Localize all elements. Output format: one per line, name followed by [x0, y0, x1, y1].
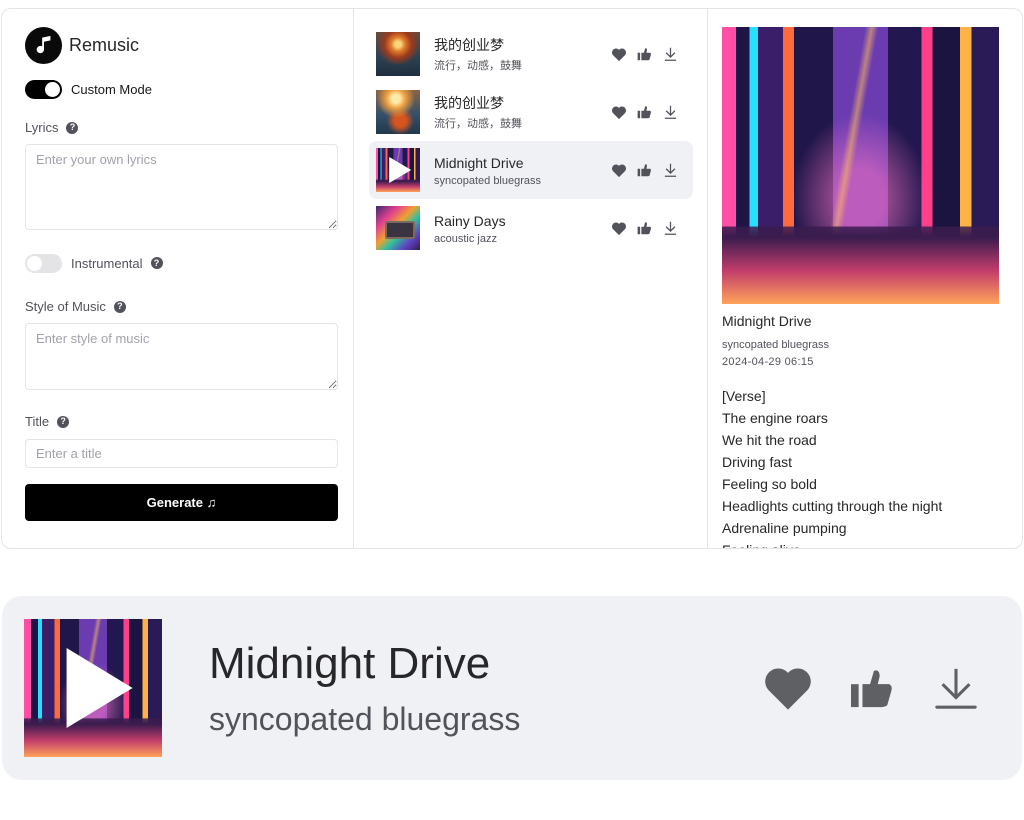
player-style: syncopated bluegrass	[209, 700, 521, 737]
toggle-knob	[45, 81, 60, 97]
song-detail-panel: Midnight Drive syncopated bluegrass 2024…	[708, 9, 1022, 548]
song-meta: Rainy Days acoustic jazz	[434, 212, 610, 245]
help-icon[interactable]: ?	[57, 415, 70, 428]
toggle-knob	[27, 255, 42, 271]
song-meta: 我的创业梦 流行，动感，鼓舞	[434, 36, 610, 73]
thumbs-up-icon[interactable]	[636, 220, 653, 237]
instrumental-row: Instrumental ?	[25, 253, 339, 273]
style-label: Style of Music	[25, 299, 106, 314]
lyrics-line: Feeling alive	[722, 539, 1000, 548]
lyrics-line: We hit the road	[722, 432, 817, 448]
heart-icon[interactable]	[762, 662, 814, 714]
lyrics-line: The engine roars	[722, 410, 828, 426]
help-icon[interactable]: ?	[150, 257, 163, 269]
song-meta: 我的创业梦 流行，动感，鼓舞	[434, 94, 610, 131]
detail-style: syncopated bluegrass	[722, 339, 830, 351]
song-row[interactable]: 我的创业梦 流行，动感，鼓舞	[369, 25, 693, 83]
player-title: Midnight Drive	[209, 638, 491, 688]
song-style: 流行，动感，鼓舞	[434, 117, 522, 130]
lyrics-text: [Verse] The engine roars We hit the road…	[722, 385, 1000, 548]
play-icon[interactable]	[66, 648, 133, 728]
heart-icon[interactable]	[610, 46, 627, 63]
play-icon[interactable]	[389, 157, 412, 183]
song-cover-image	[376, 90, 420, 134]
style-label-row: Style of Music ?	[25, 299, 339, 314]
style-textarea[interactable]	[25, 323, 338, 390]
thumbs-up-icon[interactable]	[636, 104, 653, 121]
lyrics-line: Driving fast	[722, 454, 793, 470]
download-icon[interactable]	[662, 104, 679, 121]
song-cover-large	[722, 27, 999, 304]
player-meta: Midnight Drive syncopated bluegrass	[209, 639, 762, 738]
custom-mode-row: Custom Mode	[25, 79, 339, 99]
help-icon[interactable]: ?	[113, 300, 126, 313]
song-actions	[610, 162, 679, 179]
detail-date: 2024-04-29 06:15	[722, 356, 814, 368]
title-label-row: Title ?	[25, 414, 339, 429]
download-icon[interactable]	[662, 162, 679, 179]
instrumental-toggle[interactable]	[25, 253, 62, 273]
title-label: Title	[25, 414, 50, 429]
lyrics-line: [Verse]	[722, 388, 766, 404]
download-icon[interactable]	[930, 662, 982, 714]
brand[interactable]: Remusic	[25, 26, 339, 64]
song-title: Rainy Days	[434, 212, 506, 229]
heart-icon[interactable]	[610, 220, 627, 237]
custom-mode-toggle[interactable]	[25, 79, 62, 99]
generate-button[interactable]: Generate ♫	[25, 484, 338, 521]
song-cover-image	[376, 32, 420, 76]
song-actions	[610, 104, 679, 121]
download-icon[interactable]	[662, 220, 679, 237]
custom-mode-label: Custom Mode	[71, 81, 152, 97]
song-list: 我的创业梦 流行，动感，鼓舞 我的创业梦 流行，动感，鼓舞 Midnight D…	[354, 9, 708, 548]
title-input[interactable]	[25, 439, 338, 468]
song-row[interactable]: 我的创业梦 流行，动感，鼓舞	[369, 83, 693, 141]
song-title: 我的创业梦	[434, 94, 504, 111]
song-cover-image	[376, 148, 420, 192]
song-actions	[610, 46, 679, 63]
lyrics-label: Lyrics	[25, 120, 59, 135]
app-name: Remusic	[69, 34, 140, 55]
thumbs-up-icon[interactable]	[636, 162, 653, 179]
heart-icon[interactable]	[610, 104, 627, 121]
player-actions	[762, 662, 982, 714]
instrumental-label: Instrumental	[71, 255, 143, 271]
player-cover-image	[24, 619, 162, 757]
song-title: Midnight Drive	[434, 154, 524, 171]
lyrics-line: Adrenaline pumping	[722, 520, 847, 536]
song-actions	[610, 220, 679, 237]
song-meta: Midnight Drive syncopated bluegrass	[434, 154, 610, 187]
song-row-active[interactable]: Midnight Drive syncopated bluegrass	[369, 141, 693, 199]
thumbs-up-icon[interactable]	[846, 662, 898, 714]
song-style: acoustic jazz	[434, 232, 497, 245]
download-icon[interactable]	[662, 46, 679, 63]
help-icon[interactable]: ?	[66, 121, 79, 134]
app-card: Remusic Custom Mode Lyrics ? Instrumenta…	[1, 8, 1023, 549]
lyrics-label-row: Lyrics ?	[25, 120, 339, 135]
detail-title: Midnight Drive	[722, 313, 812, 329]
now-playing-bar: Midnight Drive syncopated bluegrass	[2, 596, 1022, 780]
thumbs-up-icon[interactable]	[636, 46, 653, 63]
lyrics-textarea[interactable]	[25, 144, 338, 230]
create-panel: Remusic Custom Mode Lyrics ? Instrumenta…	[2, 9, 354, 548]
lyrics-line: Feeling so bold	[722, 476, 817, 492]
song-title: 我的创业梦	[434, 36, 504, 53]
song-row[interactable]: Rainy Days acoustic jazz	[369, 199, 693, 257]
lyrics-line: Headlights cutting through the night	[722, 498, 943, 514]
song-cover-image	[376, 206, 420, 250]
song-style: syncopated bluegrass	[434, 174, 542, 187]
music-note-icon	[25, 26, 62, 64]
song-style: 流行，动感，鼓舞	[434, 59, 522, 72]
heart-icon[interactable]	[610, 162, 627, 179]
